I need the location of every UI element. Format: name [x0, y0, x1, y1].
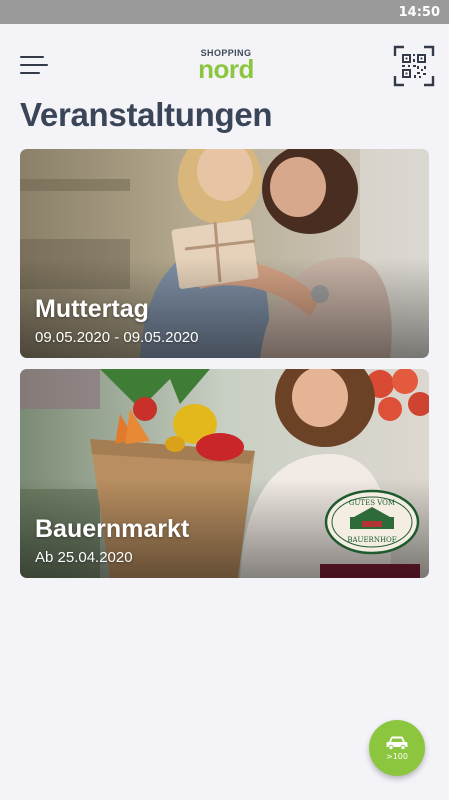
page-title: Veranstaltungen	[20, 96, 273, 133]
hamburger-menu-icon	[20, 56, 44, 59]
qr-code-scan-icon	[393, 45, 435, 87]
gutes-vom-bauernhof-badge: GUTES VOM BAUERNHOF	[324, 489, 420, 555]
status-bar: 14:50	[0, 0, 449, 24]
logo-main-text: nord	[198, 54, 254, 84]
fab-label: >100	[386, 751, 408, 761]
svg-text:GUTES VOM: GUTES VOM	[349, 499, 395, 507]
event-date: 09.05.2020 - 09.05.2020	[35, 329, 199, 346]
status-time: 14:50	[398, 4, 440, 20]
car-icon	[386, 736, 408, 750]
event-title: Muttertag	[35, 295, 149, 323]
menu-button[interactable]	[20, 54, 50, 78]
event-card-bauernmarkt[interactable]: GUTES VOM BAUERNHOF Bauernmarkt Ab 25.04…	[20, 369, 429, 578]
app-logo: SHOPPING nord	[186, 48, 266, 82]
svg-text:BAUERNHOF: BAUERNHOF	[347, 536, 396, 544]
parking-availability-button[interactable]: >100	[369, 720, 425, 776]
event-title: Bauernmarkt	[35, 515, 190, 543]
event-card-muttertag[interactable]: Muttertag 09.05.2020 - 09.05.2020	[20, 149, 429, 358]
qr-scan-button[interactable]	[393, 45, 435, 87]
event-date: Ab 25.04.2020	[35, 549, 133, 566]
